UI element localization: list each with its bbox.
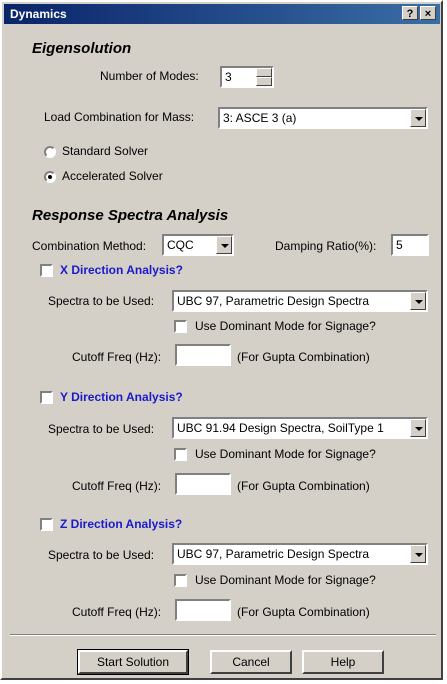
combination-method-label: Combination Method: bbox=[32, 239, 147, 253]
start-solution-button[interactable]: Start Solution bbox=[77, 649, 189, 675]
x-spectra-select[interactable]: UBC 97, Parametric Design Spectra bbox=[172, 290, 428, 312]
y-dominant-label: Use Dominant Mode for Signage? bbox=[195, 447, 376, 461]
divider bbox=[10, 634, 436, 636]
combination-method-select[interactable]: CQC bbox=[162, 234, 234, 256]
spin-down-icon[interactable] bbox=[256, 77, 272, 86]
y-spectra-label: Spectra to be Used: bbox=[48, 422, 155, 436]
chevron-down-icon[interactable] bbox=[410, 545, 426, 563]
y-dominant-checkbox[interactable] bbox=[174, 448, 187, 461]
standard-solver-radio[interactable] bbox=[44, 146, 56, 158]
z-direction-label: Z Direction Analysis? bbox=[60, 517, 183, 531]
z-dominant-checkbox[interactable] bbox=[174, 574, 187, 587]
x-gupta-note: (For Gupta Combination) bbox=[237, 350, 370, 364]
eigensolution-heading: Eigensolution bbox=[32, 40, 132, 57]
y-gupta-note: (For Gupta Combination) bbox=[237, 479, 370, 493]
accelerated-solver-radio[interactable] bbox=[44, 171, 56, 183]
help-button[interactable]: Help bbox=[302, 650, 384, 674]
x-direction-label: X Direction Analysis? bbox=[60, 263, 183, 277]
z-spectra-label: Spectra to be Used: bbox=[48, 548, 155, 562]
damping-ratio-label: Damping Ratio(%): bbox=[275, 239, 377, 253]
dynamics-dialog: Dynamics ? × Eigensolution Number of Mod… bbox=[0, 0, 443, 680]
load-combo-label: Load Combination for Mass: bbox=[44, 110, 195, 124]
chevron-down-icon[interactable] bbox=[410, 292, 426, 310]
chevron-down-icon[interactable] bbox=[216, 236, 232, 254]
chevron-down-icon[interactable] bbox=[410, 419, 426, 437]
z-gupta-note: (For Gupta Combination) bbox=[237, 605, 370, 619]
x-direction-checkbox[interactable] bbox=[40, 264, 53, 277]
help-title-button[interactable]: ? bbox=[402, 6, 418, 20]
y-cutoff-input[interactable] bbox=[175, 473, 231, 495]
x-dominant-checkbox[interactable] bbox=[174, 320, 187, 333]
x-dominant-label: Use Dominant Mode for Signage? bbox=[195, 319, 376, 333]
x-cutoff-label: Cutoff Freq (Hz): bbox=[72, 350, 162, 364]
y-spectra-select[interactable]: UBC 91.94 Design Spectra, SoilType 1 bbox=[172, 417, 428, 439]
cancel-button[interactable]: Cancel bbox=[210, 650, 292, 674]
num-modes-label: Number of Modes: bbox=[100, 69, 199, 83]
y-direction-checkbox[interactable] bbox=[40, 391, 53, 404]
chevron-down-icon[interactable] bbox=[410, 109, 426, 127]
rsa-heading: Response Spectra Analysis bbox=[32, 207, 229, 224]
window-title: Dynamics bbox=[10, 7, 67, 21]
z-dominant-label: Use Dominant Mode for Signage? bbox=[195, 573, 376, 587]
x-cutoff-input[interactable] bbox=[175, 344, 231, 366]
z-cutoff-label: Cutoff Freq (Hz): bbox=[72, 605, 162, 619]
y-cutoff-label: Cutoff Freq (Hz): bbox=[72, 479, 162, 493]
load-combo-select[interactable]: 3: ASCE 3 (a) bbox=[218, 107, 428, 129]
z-cutoff-input[interactable] bbox=[175, 599, 231, 621]
close-button[interactable]: × bbox=[420, 6, 436, 20]
standard-solver-label: Standard Solver bbox=[62, 144, 149, 158]
title-bar: Dynamics ? × bbox=[4, 4, 440, 24]
x-spectra-label: Spectra to be Used: bbox=[48, 294, 155, 308]
damping-ratio-input[interactable]: 5 bbox=[391, 234, 429, 256]
num-modes-spinner[interactable] bbox=[256, 68, 272, 86]
z-spectra-select[interactable]: UBC 97, Parametric Design Spectra bbox=[172, 543, 428, 565]
num-modes-field[interactable]: 3 bbox=[220, 66, 274, 88]
y-direction-label: Y Direction Analysis? bbox=[60, 390, 183, 404]
z-direction-checkbox[interactable] bbox=[40, 518, 53, 531]
spin-up-icon[interactable] bbox=[256, 68, 272, 77]
accelerated-solver-label: Accelerated Solver bbox=[62, 169, 163, 183]
